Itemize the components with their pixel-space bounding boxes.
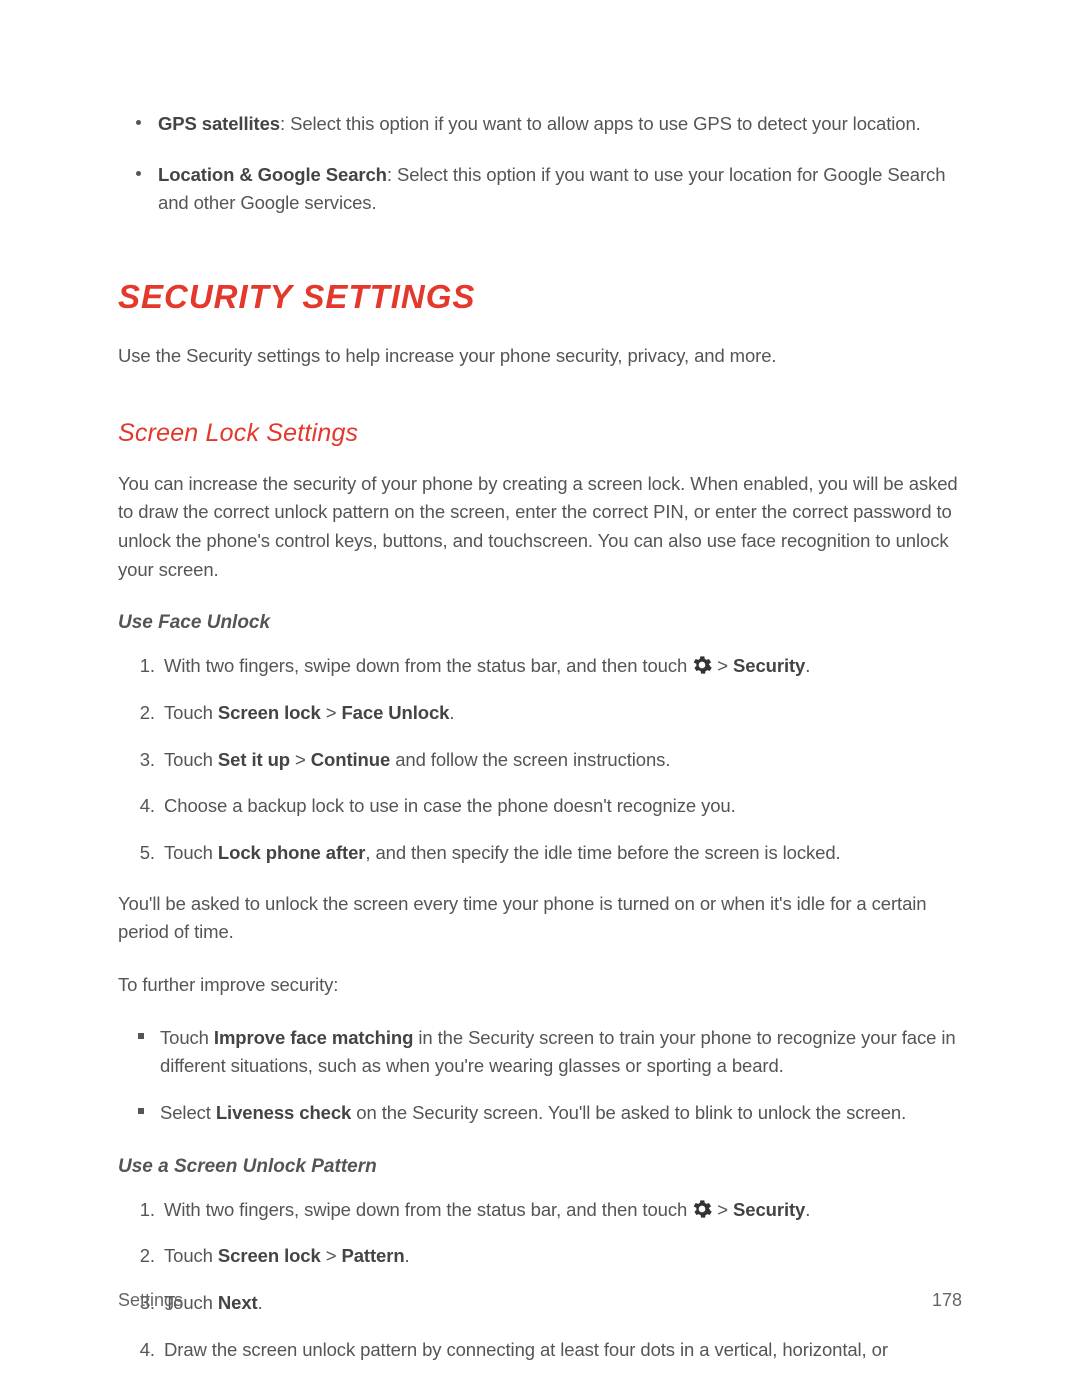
step-item: Touch Set it up > Continue and follow th…: [160, 746, 962, 775]
step-item: Draw the screen unlock pattern by connec…: [160, 1336, 962, 1365]
step-item: Touch Screen lock > Pattern.: [160, 1242, 962, 1271]
gear-icon: [692, 655, 712, 675]
pattern-steps: With two fingers, swipe down from the st…: [118, 1196, 962, 1365]
page-footer: Settings 178: [118, 1290, 962, 1311]
page-content: GPS satellites: Select this option if yo…: [118, 110, 962, 1386]
screen-lock-intro: You can increase the security of your ph…: [118, 470, 962, 585]
step-item: Touch Lock phone after, and then specify…: [160, 839, 962, 868]
security-settings-heading: SECURITY SETTINGS: [118, 278, 962, 316]
step-item: Choose a backup lock to use in case the …: [160, 792, 962, 821]
list-item: Touch Improve face matching in the Secur…: [160, 1024, 962, 1081]
step-item: With two fingers, swipe down from the st…: [160, 652, 962, 681]
gear-icon: [692, 1199, 712, 1219]
bullet-term: GPS satellites: [158, 113, 280, 134]
list-item: GPS satellites: Select this option if yo…: [158, 110, 962, 139]
bullet-term: Location & Google Search: [158, 164, 387, 185]
step-item: Touch Screen lock > Face Unlock.: [160, 699, 962, 728]
face-unlock-note: You'll be asked to unlock the screen eve…: [118, 890, 962, 947]
improve-security-bullets: Touch Improve face matching in the Secur…: [118, 1024, 962, 1128]
step-item: With two fingers, swipe down from the st…: [160, 1196, 962, 1225]
footer-section-name: Settings: [118, 1290, 183, 1311]
location-services-bullets: GPS satellites: Select this option if yo…: [118, 110, 962, 218]
screen-lock-settings-heading: Screen Lock Settings: [118, 419, 962, 448]
face-unlock-steps: With two fingers, swipe down from the st…: [118, 652, 962, 867]
improve-intro: To further improve security:: [118, 971, 962, 1000]
use-pattern-heading: Use a Screen Unlock Pattern: [118, 1156, 962, 1178]
use-face-unlock-heading: Use Face Unlock: [118, 612, 962, 634]
list-item: Select Liveness check on the Security sc…: [160, 1099, 962, 1128]
list-item: Location & Google Search: Select this op…: [158, 161, 962, 218]
bullet-text: : Select this option if you want to allo…: [280, 113, 921, 134]
security-settings-intro: Use the Security settings to help increa…: [118, 342, 962, 371]
footer-page-number: 178: [932, 1290, 962, 1311]
